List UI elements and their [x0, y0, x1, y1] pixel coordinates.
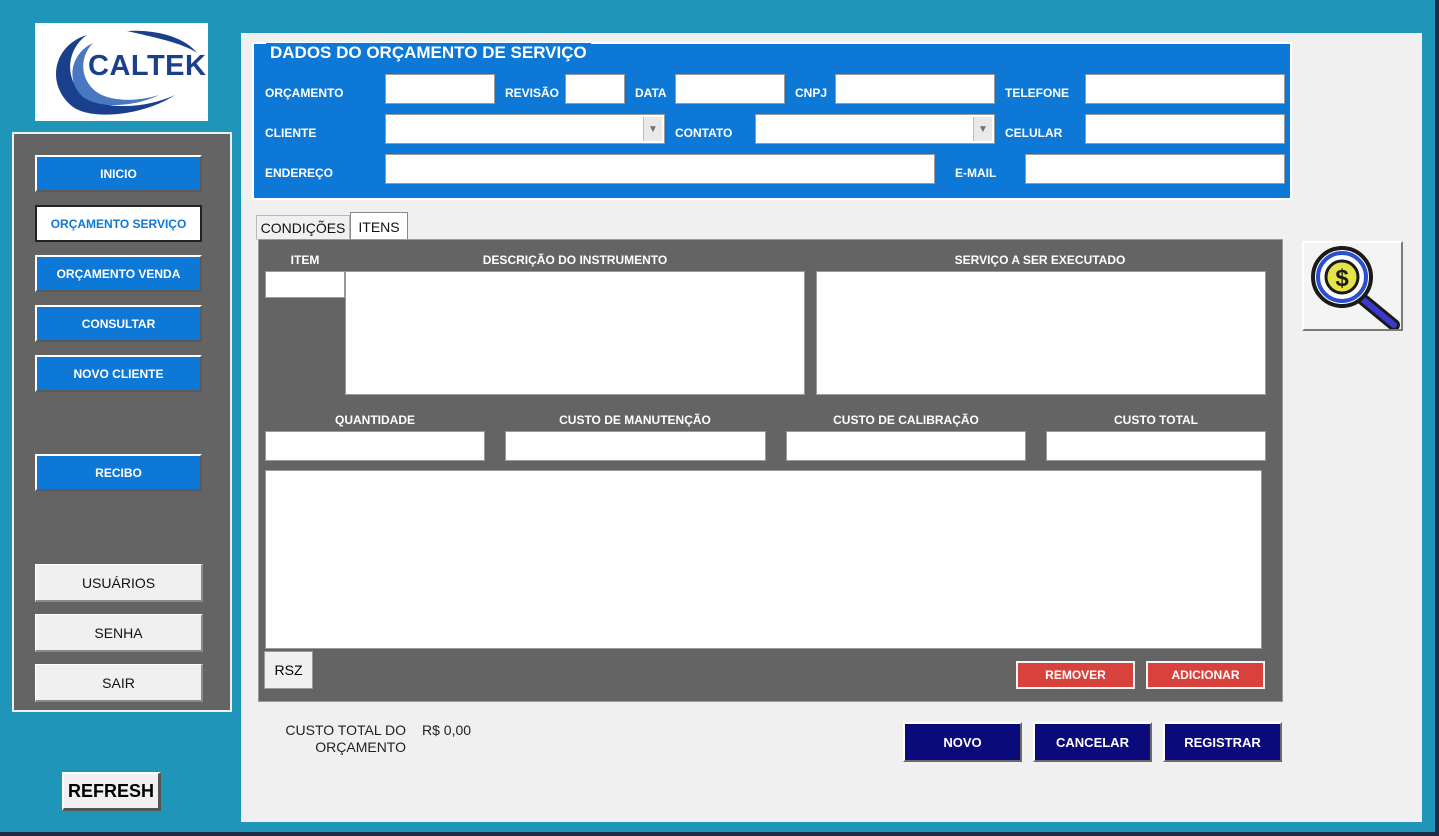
cliente-label: CLIENTE — [265, 126, 317, 140]
search-budget-button[interactable]: $ — [1302, 241, 1403, 331]
sidebar-item-recibo[interactable]: RECIBO — [35, 454, 202, 491]
servico-label: SERVIÇO A SER EXECUTADO — [954, 253, 1126, 267]
rsz-button[interactable]: RSZ — [264, 651, 313, 689]
custo-total-orcamento-value: R$ 0,00 — [422, 722, 472, 738]
money-search-icon: $ — [1311, 246, 1400, 329]
registrar-button[interactable]: REGISTRAR — [1163, 722, 1282, 762]
sidebar-item-consultar[interactable]: CONSULTAR — [35, 305, 202, 342]
celular-field[interactable] — [1085, 114, 1285, 144]
chevron-down-icon[interactable]: ▼ — [973, 117, 992, 141]
custo-total-orcamento-label: CUSTO TOTAL DO ORÇAMENTO — [285, 722, 406, 755]
servico-textarea[interactable] — [816, 271, 1266, 395]
custo-manutencao-field[interactable] — [505, 431, 766, 461]
endereco-field[interactable] — [385, 154, 935, 184]
senha-button[interactable]: SENHA — [35, 614, 203, 652]
tab-condicoes[interactable]: CONDIÇÕES — [256, 215, 350, 240]
data-field[interactable] — [675, 74, 785, 104]
revisao-field[interactable] — [565, 74, 625, 104]
refresh-button[interactable]: REFRESH — [62, 772, 161, 811]
telefone-label: TELEFONE — [1005, 86, 1070, 100]
cnpj-label: CNPJ — [795, 86, 828, 100]
contato-combobox[interactable]: ▼ — [755, 114, 995, 144]
items-list[interactable] — [265, 470, 1262, 649]
orcamento-field[interactable] — [385, 74, 495, 104]
descricao-label: DESCRIÇÃO DO INSTRUMENTO — [482, 253, 668, 267]
sidebar-item-orcamento-venda[interactable]: ORÇAMENTO VENDA — [35, 255, 202, 292]
item-label: ITEM — [290, 253, 320, 267]
descricao-textarea[interactable] — [345, 271, 805, 395]
custo-total-label: CUSTO TOTAL — [1114, 413, 1198, 427]
quantidade-field[interactable] — [265, 431, 485, 461]
email-field[interactable] — [1025, 154, 1285, 184]
sidebar-item-novo-cliente[interactable]: NOVO CLIENTE — [35, 355, 202, 392]
custo-calibracao-field[interactable] — [786, 431, 1026, 461]
orcamento-label: ORÇAMENTO — [265, 86, 344, 100]
sidebar-item-orcamento-servico[interactable]: ORÇAMENTO SERVIÇO — [35, 205, 202, 242]
item-field[interactable] — [265, 271, 345, 298]
celular-label: CELULAR — [1005, 126, 1063, 140]
quantidade-label: QUANTIDADE — [335, 413, 415, 427]
tab-itens[interactable]: ITENS — [350, 212, 408, 240]
custo-calibracao-label: CUSTO DE CALIBRAÇÃO — [833, 413, 979, 427]
telefone-field[interactable] — [1085, 74, 1285, 104]
header-title: DADOS DO ORÇAMENTO DE SERVIÇO — [266, 43, 591, 63]
endereco-label: ENDEREÇO — [265, 166, 334, 180]
contato-label: CONTATO — [675, 126, 733, 140]
chevron-down-icon[interactable]: ▼ — [643, 117, 662, 141]
cnpj-field[interactable] — [835, 74, 995, 104]
custo-manutencao-label: CUSTO DE MANUTENÇÃO — [559, 413, 711, 427]
novo-button[interactable]: NOVO — [903, 722, 1022, 762]
logo-text: CALTEK — [88, 50, 207, 82]
revisao-label: REVISÃO — [505, 86, 560, 100]
cancelar-button[interactable]: CANCELAR — [1033, 722, 1152, 762]
email-label: E-MAIL — [955, 166, 997, 180]
remover-button[interactable]: REMOVER — [1016, 661, 1135, 689]
svg-text:$: $ — [1335, 265, 1349, 292]
sair-button[interactable]: SAIR — [35, 664, 203, 702]
cliente-combobox[interactable]: ▼ — [385, 114, 665, 144]
data-label: DATA — [635, 86, 667, 100]
custo-total-field[interactable] — [1046, 431, 1266, 461]
usuarios-button[interactable]: USUÁRIOS — [35, 564, 203, 602]
sidebar-item-inicio[interactable]: INICIO — [35, 155, 202, 192]
adicionar-button[interactable]: ADICIONAR — [1146, 661, 1265, 689]
